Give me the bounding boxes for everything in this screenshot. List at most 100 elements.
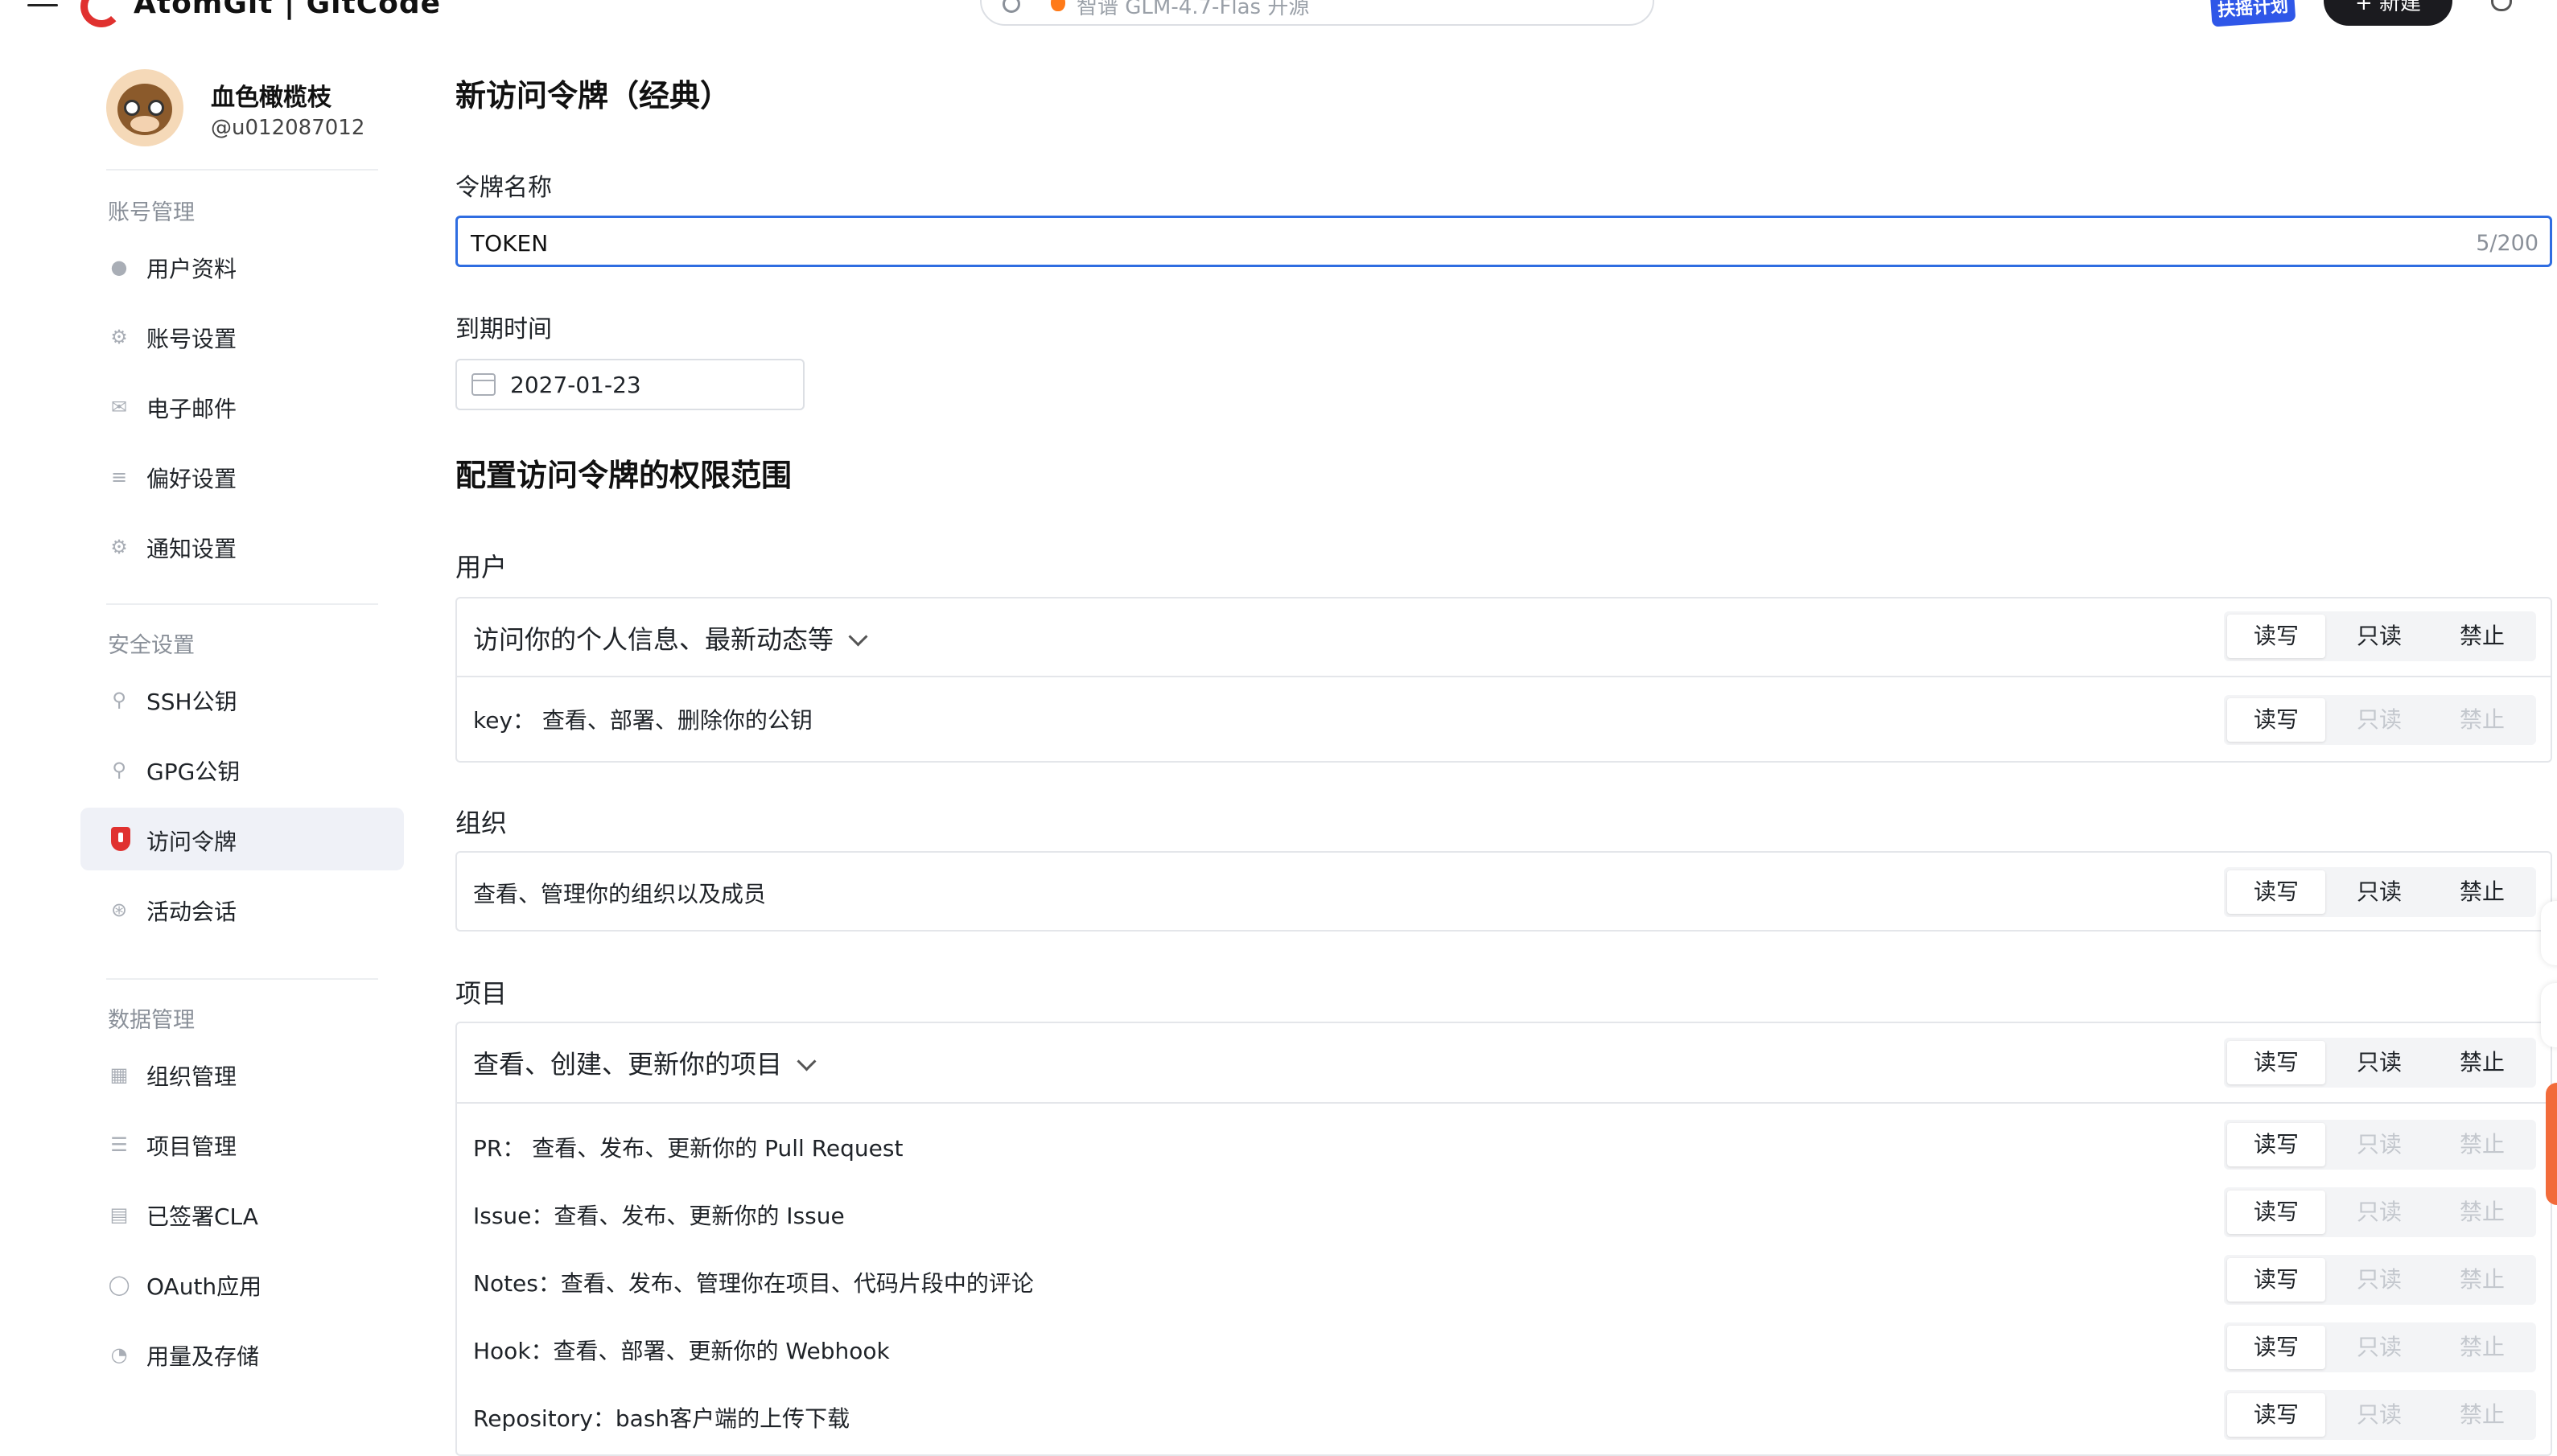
sidebar-item-label: 访问令牌 bbox=[146, 829, 237, 855]
scope-row-pr: PR： 查看、发布、更新你的 Pull Request 读写 只读 禁止 bbox=[457, 1110, 2551, 1178]
option-read-write[interactable]: 读写 bbox=[2227, 1123, 2325, 1166]
permission-toggle: 读写 只读 禁止 bbox=[2224, 1187, 2536, 1237]
option-deny[interactable]: 禁止 bbox=[2433, 615, 2531, 658]
option-read-only[interactable]: 只读 bbox=[2330, 870, 2428, 914]
search-input[interactable]: 智谱 GLM-4.7-Flas 开源 bbox=[980, 0, 1654, 26]
scope-row-project-header[interactable]: 查看、创建、更新你的项目 读写 只读 禁止 bbox=[457, 1023, 2551, 1104]
sidebar-item-account-settings[interactable]: ⚙ 账号设置 bbox=[80, 305, 404, 368]
key-icon: ⚲ bbox=[112, 759, 126, 781]
avatar[interactable] bbox=[106, 69, 183, 146]
sidebar-item-label: GPG公钥 bbox=[146, 759, 241, 785]
new-button[interactable]: + 新建 bbox=[2324, 0, 2452, 26]
floating-tab[interactable] bbox=[2541, 983, 2557, 1047]
expiry-date-picker[interactable]: 2027-01-23 bbox=[455, 359, 805, 410]
sidebar-item-usage[interactable]: ◔ 用量及存储 bbox=[80, 1322, 404, 1385]
permission-toggle: 读写 只读 禁止 bbox=[2224, 1390, 2536, 1440]
option-read-write[interactable]: 读写 bbox=[2227, 1191, 2325, 1234]
top-bar: AtomGit | GitCode 智谱 GLM-4.7-Flas 开源 扶摇计… bbox=[0, 0, 2557, 48]
char-counter: 5/200 bbox=[2476, 231, 2538, 256]
sidebar-item-ssh-keys[interactable]: ⚲ SSH公钥 bbox=[80, 668, 404, 730]
option-read-only[interactable]: 只读 bbox=[2330, 615, 2428, 658]
option-deny[interactable]: 禁止 bbox=[2433, 870, 2531, 914]
scope-row-user-header[interactable]: 访问你的个人信息、最新动态等 读写 只读 禁止 bbox=[457, 598, 2551, 677]
logo-text[interactable]: AtomGit | GitCode bbox=[134, 0, 441, 20]
scope-row-hook: Hook：查看、部署、更新你的 Webhook 读写 只读 禁止 bbox=[457, 1313, 2551, 1380]
sidebar-item-label: OAuth应用 bbox=[146, 1273, 262, 1300]
option-read-write[interactable]: 读写 bbox=[2227, 870, 2325, 914]
mail-icon: ✉ bbox=[110, 396, 128, 418]
option-read-only: 只读 bbox=[2356, 1199, 2402, 1225]
sidebar-item-label: 偏好设置 bbox=[146, 466, 237, 492]
broadcast-icon: ⊛ bbox=[110, 899, 128, 921]
permission-toggle: 读写 只读 禁止 bbox=[2224, 867, 2536, 917]
fire-icon bbox=[1051, 0, 1065, 11]
sidebar-item-notifications[interactable]: ⚙ 通知设置 bbox=[80, 515, 404, 578]
chevron-down-icon[interactable] bbox=[797, 1051, 817, 1071]
scope-card-org: 查看、管理你的组织以及成员 读写 只读 禁止 bbox=[455, 851, 2552, 932]
menu-icon[interactable] bbox=[27, 0, 58, 16]
sidebar-item-email[interactable]: ✉ 电子邮件 bbox=[80, 375, 404, 438]
sidebar-item-oauth[interactable]: ◯ OAuth应用 bbox=[80, 1252, 404, 1315]
sidebar-item-label: 组织管理 bbox=[146, 1063, 237, 1090]
scope-card-user: 访问你的个人信息、最新动态等 读写 只读 禁止 key： 查看、部署、删除你的公… bbox=[455, 597, 2552, 763]
scope-group-project: 项目 bbox=[455, 978, 508, 1009]
logo-icon[interactable] bbox=[80, 0, 122, 27]
option-read-write[interactable]: 读写 bbox=[2227, 1041, 2325, 1084]
permission-toggle: 读写 只读 禁止 bbox=[2224, 1255, 2536, 1305]
sidebar-item-label: 通知设置 bbox=[146, 536, 237, 562]
sidebar-item-cla[interactable]: ▤ 已签署CLA bbox=[80, 1182, 404, 1245]
scope-header-text: 查看、创建、更新你的项目 bbox=[473, 1049, 783, 1080]
section-title-data: 数据管理 bbox=[108, 1008, 195, 1033]
option-read-write[interactable]: 读写 bbox=[2227, 615, 2325, 658]
option-deny: 禁止 bbox=[2459, 1199, 2505, 1225]
notification-gear-icon: ⚙ bbox=[110, 536, 128, 558]
permission-toggle: 读写 只读 禁止 bbox=[2224, 1120, 2536, 1170]
option-read-write[interactable]: 读写 bbox=[2227, 1258, 2325, 1302]
sidebar-item-sessions[interactable]: ⊛ 活动会话 bbox=[80, 878, 404, 940]
user-profile: 血色橄榄枝 @u012087012 bbox=[106, 69, 428, 182]
chevron-down-icon[interactable] bbox=[848, 627, 868, 647]
scope-row-key: key： 查看、部署、删除你的公钥 读写 只读 禁止 bbox=[457, 676, 2551, 761]
sidebar-item-access-tokens[interactable]: 访问令牌 bbox=[80, 808, 404, 870]
sidebar-item-projects[interactable]: ☰ 项目管理 bbox=[80, 1113, 404, 1175]
sidebar-item-orgs[interactable]: ▦ 组织管理 bbox=[80, 1043, 404, 1105]
sidebar-item-preferences[interactable]: ≡ 偏好设置 bbox=[80, 445, 404, 508]
option-read-write[interactable]: 读写 bbox=[2227, 1326, 2325, 1369]
feedback-tab[interactable] bbox=[2546, 1083, 2557, 1205]
scope-row-notes: Notes：查看、发布、管理你在项目、代码片段中的评论 读写 只读 禁止 bbox=[457, 1245, 2551, 1313]
option-read-only[interactable]: 只读 bbox=[2330, 1041, 2428, 1084]
key-icon: ⚲ bbox=[112, 689, 126, 711]
scope-row-text: Repository：bash客户端的上传下载 bbox=[473, 1405, 850, 1432]
layers-icon: ☰ bbox=[110, 1133, 128, 1156]
sidebar-item-label: 电子邮件 bbox=[146, 396, 237, 422]
sidebar-item-label: SSH公钥 bbox=[146, 689, 237, 715]
token-name-value: TOKEN bbox=[471, 230, 549, 257]
permission-toggle: 读写 只读 禁止 bbox=[2224, 695, 2536, 745]
scope-heading: 配置访问令牌的权限范围 bbox=[455, 458, 793, 493]
scope-row-text: key： 查看、部署、删除你的公钥 bbox=[473, 707, 813, 734]
user-icon: ● bbox=[110, 256, 128, 278]
expiry-label: 到期时间 bbox=[455, 315, 552, 343]
sidebar-item-label: 活动会话 bbox=[146, 899, 237, 925]
sliders-icon: ≡ bbox=[110, 466, 128, 488]
option-deny: 禁止 bbox=[2459, 1401, 2505, 1428]
gear-icon: ⚙ bbox=[110, 326, 128, 348]
option-read-write[interactable]: 读写 bbox=[2227, 698, 2325, 742]
sidebar-item-gpg-keys[interactable]: ⚲ GPG公钥 bbox=[80, 738, 404, 800]
token-name-input[interactable]: TOKEN 5/200 bbox=[455, 216, 2552, 267]
scope-group-org: 组织 bbox=[455, 808, 508, 838]
token-name-label: 令牌名称 bbox=[455, 174, 552, 202]
sidebar-item-profile[interactable]: ● 用户资料 bbox=[80, 235, 404, 298]
promo-badge[interactable]: 扶摇计划 bbox=[2209, 0, 2296, 27]
option-deny[interactable]: 禁止 bbox=[2433, 1041, 2531, 1084]
building-icon: ▦ bbox=[109, 1063, 129, 1086]
option-deny: 禁止 bbox=[2459, 1266, 2505, 1293]
scope-group-user: 用户 bbox=[455, 552, 508, 582]
user-handle: @u012087012 bbox=[211, 116, 365, 140]
floating-tab[interactable] bbox=[2541, 901, 2557, 965]
pie-icon: ◔ bbox=[110, 1343, 128, 1366]
expiry-date-value: 2027-01-23 bbox=[510, 372, 641, 398]
divider bbox=[106, 169, 378, 171]
option-read-write[interactable]: 读写 bbox=[2227, 1393, 2325, 1437]
bell-icon[interactable] bbox=[2491, 0, 2512, 11]
